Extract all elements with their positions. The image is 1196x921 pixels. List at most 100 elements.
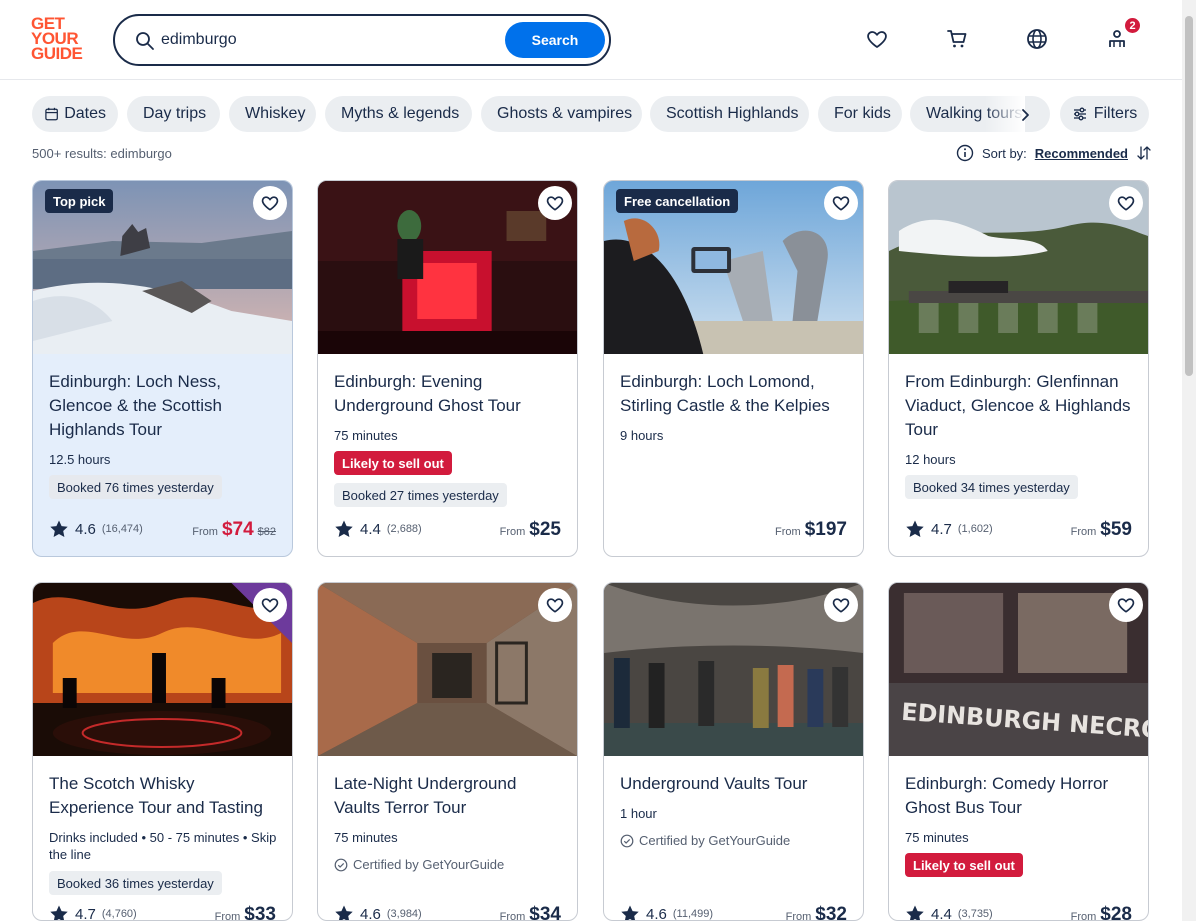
chip-label: Myths & legends <box>341 105 460 122</box>
filters-button[interactable]: Filters <box>1060 96 1149 132</box>
chip-dates[interactable]: Dates <box>32 96 118 132</box>
sliders-icon <box>1073 107 1086 121</box>
chip-ghosts-vampires[interactable]: Ghosts & vampires <box>481 96 642 132</box>
cart-button[interactable] <box>944 26 970 52</box>
wishlist-toggle[interactable] <box>538 588 572 622</box>
rating-value: 4.6 <box>646 905 667 921</box>
heart-icon <box>832 598 850 613</box>
wishlist-toggle[interactable] <box>1109 186 1143 220</box>
notification-badge: 2 <box>1123 16 1142 35</box>
activity-title[interactable]: Edinburgh: Comedy Horror Ghost Bus Tour <box>905 772 1137 820</box>
booked-badge: Booked 27 times yesterday <box>334 483 507 507</box>
activity-title[interactable]: Edinburgh: Loch Lomond, Stirling Castle … <box>620 370 852 418</box>
activity-card[interactable]: Top pick Edinburgh: Loch Ness, Glencoe &… <box>32 180 293 557</box>
rating: 4.4 (3,735) <box>905 904 993 921</box>
sort-control[interactable]: Sort by: Recommended <box>956 144 1152 162</box>
price-from: From <box>785 911 812 921</box>
wishlist-toggle[interactable] <box>824 588 858 622</box>
price-amount: $59 <box>1100 519 1132 540</box>
sort-value[interactable]: Recommended <box>1035 146 1128 161</box>
logo-line: GUIDE <box>31 44 83 63</box>
wishlist-toggle[interactable] <box>1109 588 1143 622</box>
price-from: From <box>192 526 218 538</box>
price: From $28 <box>1070 904 1132 921</box>
price-from: From <box>1070 911 1097 921</box>
original-price: $82 <box>257 526 276 538</box>
chip-scottish-highlands[interactable]: Scottish Highlands <box>650 96 809 132</box>
activity-title[interactable]: Late-Night Underground Vaults Terror Tou… <box>334 772 566 820</box>
activity-title[interactable]: The Scotch Whisky Experience Tour and Ta… <box>49 772 281 820</box>
search-bar: Search <box>113 14 611 66</box>
price: From $59 <box>1071 519 1132 541</box>
activity-details: Drinks included • 50 - 75 minutes • Skip… <box>49 830 277 862</box>
activity-card[interactable]: Edinburgh: Evening Underground Ghost Tou… <box>317 180 578 557</box>
scrollbar-thumb[interactable] <box>1185 16 1193 376</box>
wishlist-toggle[interactable] <box>538 186 572 220</box>
chip-for-kids[interactable]: For kids <box>818 96 902 132</box>
page-scrollbar[interactable] <box>1182 0 1196 921</box>
chip-day-trips[interactable]: Day trips <box>127 96 220 132</box>
chip-myths-legends[interactable]: Myths & legends <box>325 96 472 132</box>
activity-duration: 75 minutes <box>334 830 398 845</box>
review-count: (16,474) <box>101 523 143 535</box>
activity-title[interactable]: Edinburgh: Evening Underground Ghost Tou… <box>334 370 566 418</box>
heart-icon <box>261 598 279 613</box>
price-from: From <box>775 526 801 538</box>
chips-scroll-right[interactable] <box>1014 104 1036 126</box>
price-from: From <box>1070 526 1097 538</box>
activity-duration: 1 hour <box>620 806 657 821</box>
activity-title[interactable]: Underground Vaults Tour <box>620 772 852 796</box>
activity-card[interactable]: EDINBURGH NECROBUS Edinburgh: Comedy Hor… <box>888 582 1149 921</box>
certified-check-icon <box>620 834 634 847</box>
search-input[interactable] <box>161 28 501 52</box>
filters-label: Filters <box>1093 105 1138 122</box>
account-button[interactable]: 2 <box>1104 16 1142 52</box>
heart-icon <box>546 598 564 613</box>
wishlist-toggle[interactable] <box>253 186 287 220</box>
free-cancellation-tag: Free cancellation <box>616 189 739 213</box>
search-button[interactable]: Search <box>505 22 605 58</box>
review-count: (3,984) <box>386 908 422 920</box>
header: GET YOUR GUIDE Search <box>0 0 1182 80</box>
rating-value: 4.4 <box>360 520 381 538</box>
chip-label: Ghosts & vampires <box>497 105 633 122</box>
heart-icon <box>1117 196 1135 211</box>
star-icon <box>335 520 353 537</box>
price-amount: $34 <box>529 904 561 921</box>
activity-card[interactable]: Underground Vaults Tour 1 hour Certified… <box>603 582 864 921</box>
wishlist-toggle[interactable] <box>253 588 287 622</box>
price-amount: $32 <box>815 904 847 921</box>
sell-out-badge: Likely to sell out <box>334 451 452 475</box>
booked-badge: Booked 76 times yesterday <box>49 475 222 499</box>
chevron-right-icon <box>1022 109 1029 121</box>
price: From $34 <box>500 904 561 921</box>
rating-value: 4.4 <box>931 905 952 921</box>
price-amount: $28 <box>1100 904 1132 921</box>
activity-card[interactable]: From Edinburgh: Glenfinnan Viaduct, Glen… <box>888 180 1149 557</box>
cart-icon <box>947 30 967 48</box>
wishlist-toggle[interactable] <box>824 186 858 220</box>
wishlist-button[interactable] <box>864 26 890 52</box>
price: From $74 $82 <box>192 519 276 541</box>
activity-title[interactable]: From Edinburgh: Glenfinnan Viaduct, Glen… <box>905 370 1137 442</box>
chip-label: Scottish Highlands <box>666 105 799 122</box>
heart-icon <box>867 31 887 48</box>
activity-title[interactable]: Edinburgh: Loch Ness, Glencoe & the Scot… <box>49 370 281 442</box>
rating: 4.6 (11,499) <box>620 904 713 921</box>
sort-label: Sort by: <box>982 145 1027 161</box>
heart-icon <box>832 196 850 211</box>
getyourguide-logo[interactable]: GET YOUR GUIDE <box>31 15 91 64</box>
results-count: 500+ results: edimburgo <box>32 146 172 161</box>
star-icon <box>906 905 924 920</box>
activity-card[interactable]: Free cancellation Edinburgh: Loch Lomond… <box>603 180 864 557</box>
language-button[interactable] <box>1024 26 1050 52</box>
certified-label: Certified by GetYourGuide <box>639 833 791 848</box>
certified-check-icon <box>334 858 348 871</box>
certified-badge: Certified by GetYourGuide <box>334 857 504 872</box>
activity-card[interactable]: Late-Night Underground Vaults Terror Tou… <box>317 582 578 921</box>
activity-card[interactable]: The Scotch Whisky Experience Tour and Ta… <box>32 582 293 921</box>
star-icon <box>906 520 924 537</box>
chip-whiskey[interactable]: Whiskey <box>229 96 316 132</box>
review-count: (3,735) <box>957 908 993 920</box>
activity-duration: 12.5 hours <box>49 452 111 467</box>
